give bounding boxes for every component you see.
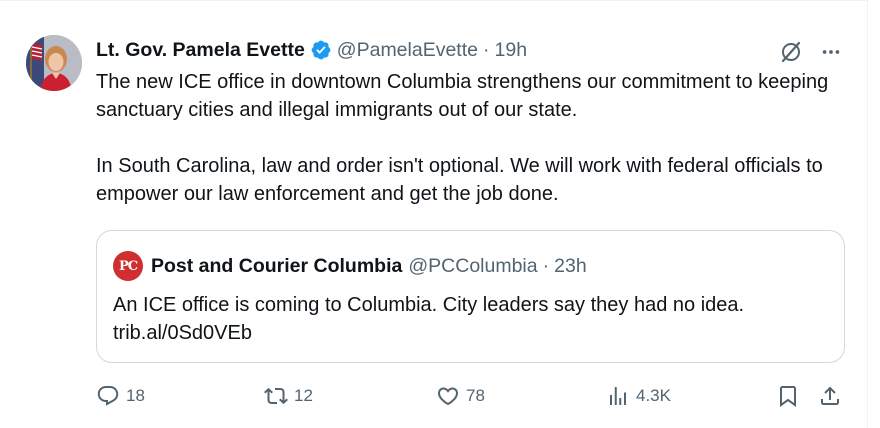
- tweet-card[interactable]: Lt. Gov. Pamela Evette @PamelaEvette · 1…: [0, 0, 868, 428]
- action-bar: 18 12 78 4.3K: [96, 381, 846, 411]
- bookmark-icon: [780, 386, 796, 407]
- avatar-image: [26, 35, 82, 91]
- quoted-tweet-header: PC Post and Courier Columbia @PCColumbia…: [113, 251, 587, 281]
- author-name[interactable]: Lt. Gov. Pamela Evette: [96, 39, 305, 62]
- quoted-tweet[interactable]: PC Post and Courier Columbia @PCColumbia…: [96, 230, 845, 363]
- verified-badge-icon: [310, 39, 332, 61]
- views-count: 4.3K: [636, 386, 671, 405]
- retweet-button[interactable]: 12: [264, 381, 313, 411]
- share-button[interactable]: [818, 381, 842, 411]
- tweet-paragraph-2: In South Carolina, law and order isn't o…: [96, 155, 823, 205]
- more-icon[interactable]: [818, 39, 844, 65]
- reply-count: 18: [126, 386, 145, 405]
- like-count: 78: [466, 386, 485, 405]
- quoted-author-handle: @PCColumbia: [408, 254, 538, 277]
- tweet-header: Lt. Gov. Pamela Evette @PamelaEvette · 1…: [96, 37, 836, 63]
- quoted-avatar-logo: PC: [113, 251, 143, 281]
- quoted-tweet-time: 23h: [554, 254, 587, 277]
- retweet-icon: [264, 387, 288, 405]
- separator-dot: ·: [483, 38, 490, 61]
- reply-button[interactable]: 18: [96, 381, 145, 411]
- author-handle[interactable]: @PamelaEvette: [337, 39, 478, 62]
- quoted-text-line-1: An ICE office is coming to Columbia. Cit…: [113, 294, 745, 316]
- avatar[interactable]: [26, 35, 82, 91]
- tweet-paragraph-1: The new ICE office in downtown Columbia …: [96, 71, 829, 121]
- quoted-tweet-text: An ICE office is coming to Columbia. Cit…: [113, 291, 833, 347]
- like-button[interactable]: 78: [436, 381, 485, 411]
- tweet-time[interactable]: 19h: [495, 39, 528, 62]
- views-icon: [610, 387, 626, 405]
- reply-icon: [97, 386, 119, 406]
- share-icon: [821, 386, 839, 405]
- grok-icon[interactable]: [778, 39, 804, 65]
- bookmark-button[interactable]: [776, 381, 800, 411]
- views-button[interactable]: 4.3K: [606, 381, 671, 411]
- quoted-separator-dot: ·: [542, 254, 550, 277]
- quoted-author-name: Post and Courier Columbia: [151, 254, 403, 277]
- tweet-text: The new ICE office in downtown Columbia …: [96, 68, 846, 208]
- retweet-count: 12: [294, 386, 313, 405]
- quoted-link: trib.al/0Sd0VEb: [113, 322, 252, 344]
- heart-icon: [437, 387, 459, 406]
